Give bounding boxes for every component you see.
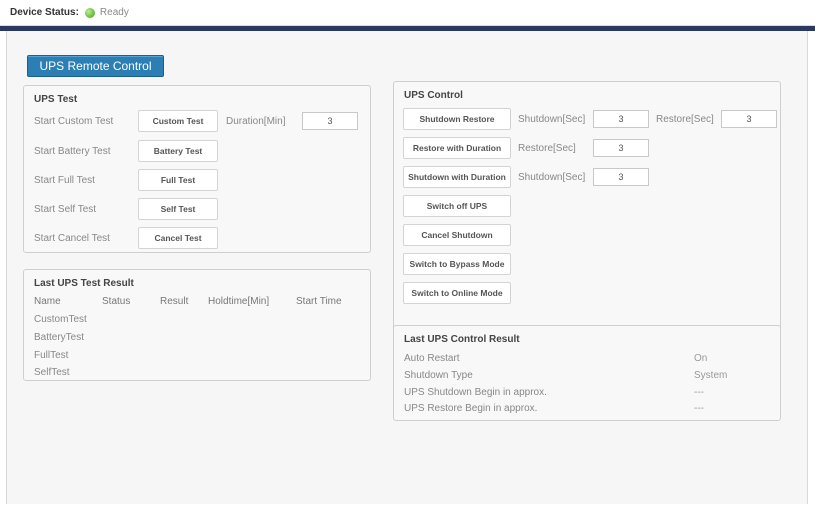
sr-shutdown-sec-input[interactable]: 3 bbox=[593, 110, 649, 128]
table-row: BatteryTest bbox=[34, 332, 85, 343]
battery-test-button[interactable]: Battery Test bbox=[138, 140, 218, 162]
auto-restart-label: Auto Restart bbox=[404, 353, 460, 364]
column-header-holdtime: Holdtime[Min] bbox=[208, 296, 270, 307]
cancel-shutdown-button[interactable]: Cancel Shutdown bbox=[403, 224, 511, 246]
table-row: SelfTest bbox=[34, 367, 70, 378]
rwd-restore-sec-label: Restore[Sec] bbox=[518, 143, 576, 154]
shutdown-begin-value: --- bbox=[694, 387, 704, 398]
full-test-button[interactable]: Full Test bbox=[138, 169, 218, 191]
cancel-test-button[interactable]: Cancel Test bbox=[138, 227, 218, 249]
column-header-result: Result bbox=[160, 296, 189, 307]
main-content: UPS Remote Control UPS Test Start Custom… bbox=[6, 31, 808, 504]
duration-input[interactable]: 3 bbox=[302, 112, 358, 130]
switch-off-ups-button[interactable]: Switch off UPS bbox=[403, 195, 511, 217]
device-status-value: Ready bbox=[99, 7, 129, 18]
shutdown-restore-button[interactable]: Shutdown Restore bbox=[403, 108, 511, 130]
restore-begin-value: --- bbox=[694, 403, 704, 414]
device-status-label: Device Status: bbox=[10, 7, 79, 18]
ups-test-panel: UPS Test Start Custom Test Custom Test D… bbox=[23, 85, 371, 253]
restore-begin-label: UPS Restore Begin in approx. bbox=[404, 403, 538, 414]
status-indicator-icon bbox=[84, 7, 95, 18]
switch-to-online-mode-button[interactable]: Switch to Online Mode bbox=[403, 282, 511, 304]
last-ups-test-result-panel: Last UPS Test Result Name Status Result … bbox=[23, 269, 371, 381]
status-bar: Device Status: Ready bbox=[0, 0, 815, 26]
start-full-test-label: Start Full Test bbox=[34, 175, 95, 186]
table-row: CustomTest bbox=[34, 314, 87, 325]
ups-control-panel: UPS Control Shutdown Restore Shutdown[Se… bbox=[393, 81, 781, 337]
self-test-button[interactable]: Self Test bbox=[138, 198, 218, 220]
column-header-start-time: Start Time bbox=[296, 296, 342, 307]
last-control-result-title: Last UPS Control Result bbox=[404, 334, 520, 345]
last-ups-control-result-panel: Last UPS Control Result Auto Restart On … bbox=[393, 325, 781, 421]
shutdown-type-label: Shutdown Type bbox=[404, 370, 473, 381]
sr-restore-sec-input[interactable]: 3 bbox=[721, 110, 777, 128]
auto-restart-value: On bbox=[694, 353, 708, 364]
custom-test-button[interactable]: Custom Test bbox=[138, 110, 218, 132]
shutdown-with-duration-button[interactable]: Shutdown with Duration bbox=[403, 166, 511, 188]
restore-with-duration-button[interactable]: Restore with Duration bbox=[403, 137, 511, 159]
ups-remote-control-tab[interactable]: UPS Remote Control bbox=[27, 55, 164, 77]
start-cancel-test-label: Start Cancel Test bbox=[34, 233, 110, 244]
switch-to-bypass-mode-button[interactable]: Switch to Bypass Mode bbox=[403, 253, 511, 275]
table-row: FullTest bbox=[34, 350, 69, 361]
last-test-result-title: Last UPS Test Result bbox=[34, 278, 134, 289]
start-battery-test-label: Start Battery Test bbox=[34, 146, 111, 157]
ups-control-title: UPS Control bbox=[404, 90, 463, 101]
start-custom-test-label: Start Custom Test bbox=[34, 116, 114, 127]
column-header-status: Status bbox=[102, 296, 131, 307]
ups-test-title: UPS Test bbox=[34, 94, 78, 105]
shutdown-type-value: System bbox=[694, 370, 728, 381]
sr-restore-sec-label: Restore[Sec] bbox=[656, 114, 714, 125]
swd-shutdown-sec-label: Shutdown[Sec] bbox=[518, 172, 586, 183]
shutdown-begin-label: UPS Shutdown Begin in approx. bbox=[404, 387, 547, 398]
swd-shutdown-sec-input[interactable]: 3 bbox=[593, 168, 649, 186]
column-header-name: Name bbox=[34, 296, 61, 307]
rwd-restore-sec-input[interactable]: 3 bbox=[593, 139, 649, 157]
sr-shutdown-sec-label: Shutdown[Sec] bbox=[518, 114, 586, 125]
duration-label: Duration[Min] bbox=[226, 116, 286, 127]
start-self-test-label: Start Self Test bbox=[34, 204, 97, 215]
